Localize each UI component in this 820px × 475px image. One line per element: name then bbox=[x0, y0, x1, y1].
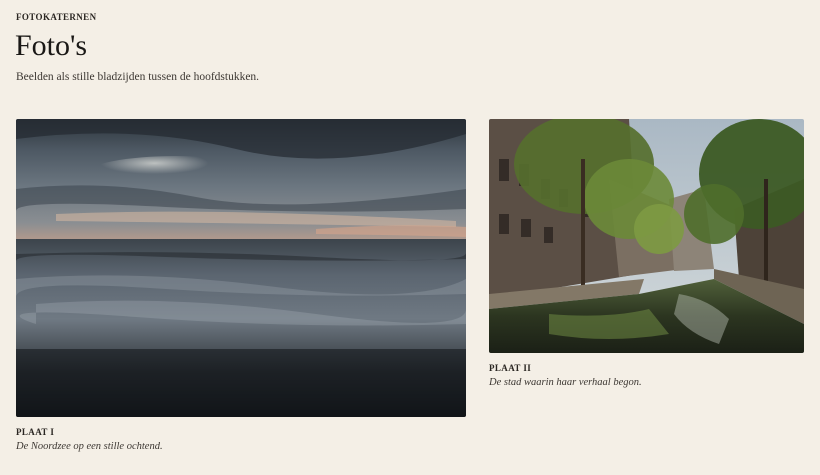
section-kicker: FOTOKATERNEN bbox=[16, 12, 97, 22]
plate-2-caption: De stad waarin haar verhaal begon. bbox=[489, 377, 642, 388]
plate-1-caption: De Noordzee op een stille ochtend. bbox=[16, 441, 163, 452]
plate-2-label: PLAAT II bbox=[489, 363, 532, 373]
canal-photo[interactable] bbox=[489, 119, 804, 353]
page-subtitle: Beelden als stille bladzijden tussen de … bbox=[16, 71, 260, 83]
plate-1-label: PLAAT I bbox=[16, 427, 55, 437]
page-title: Foto's bbox=[15, 29, 88, 62]
seascape-photo[interactable] bbox=[16, 119, 466, 417]
plate-1[interactable] bbox=[16, 119, 466, 417]
plate-2[interactable] bbox=[489, 119, 804, 353]
